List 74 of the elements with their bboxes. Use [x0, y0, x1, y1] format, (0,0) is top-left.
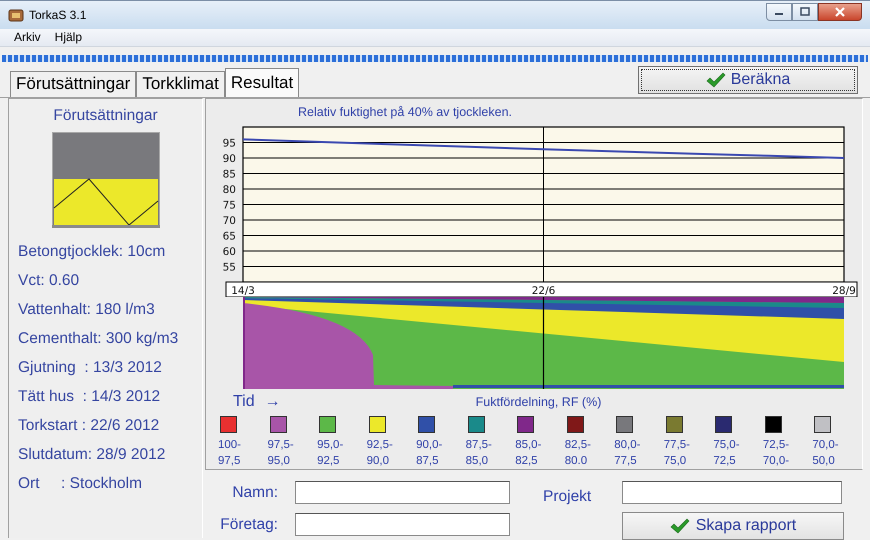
legend-label: 70,0-: [812, 438, 839, 453]
report-button[interactable]: Skapa rapport: [622, 512, 844, 540]
maximize-button[interactable]: [792, 2, 818, 21]
axis-label: Tid: [233, 392, 255, 411]
legend-label: 87,5: [416, 454, 439, 469]
legend-label: 82,5: [515, 454, 538, 469]
legend-label: 72,5-: [762, 438, 790, 453]
legend-label: 92,5: [317, 454, 340, 469]
field-label: Projekt: [542, 488, 592, 506]
calculate-button[interactable]: Beräkna: [638, 66, 858, 94]
legend-title: Fuktfördelning, RF (%): [476, 394, 602, 409]
legend-label: 80,0-: [614, 438, 640, 453]
close-button[interactable]: [818, 2, 862, 21]
legend-label: 85,0: [466, 454, 488, 469]
legend-label: 97,5-: [268, 438, 294, 453]
close-icon: [834, 6, 846, 17]
axis-tick-label: 95: [222, 137, 236, 150]
axis-tick-label: 75: [222, 199, 236, 212]
legend-label: 90,0: [366, 454, 389, 469]
legend-label: 75,0-: [713, 438, 740, 453]
parameter-label: Gjutning : 13/3 2012: [18, 358, 163, 377]
legend-label: 77,5-: [664, 438, 690, 453]
legend-label: 50,0: [812, 454, 835, 469]
axis-tick-label: 90: [222, 152, 236, 165]
legend-label: 82,5-: [564, 438, 591, 453]
window-title: TorkaS 3.1: [29, 8, 86, 22]
parameter-label: Tätt hus : 14/3 2012: [18, 386, 162, 406]
legend-label: 72,5: [713, 454, 736, 469]
axis-tick-label: 55: [222, 261, 236, 274]
axis-tick-label: 14/3: [231, 284, 255, 297]
parameter-label: Ort : Stockholm: [18, 474, 144, 493]
legend-label: 95,0-: [317, 438, 344, 453]
field-label: Företag:: [219, 516, 279, 534]
legend-label: 90,0-: [416, 438, 442, 453]
legend-label: 87,5-: [466, 438, 492, 453]
parameter-label: Torkstart : 22/6 2012: [18, 416, 160, 435]
parameter-label: Slutdatum: 28/9 2012: [18, 444, 166, 464]
parameter-label: Betongtjocklek: 10cm: [18, 242, 166, 261]
legend-label: 80.0: [564, 454, 588, 469]
axis-tick-label: 60: [222, 246, 236, 258]
input-field[interactable]: [622, 481, 842, 504]
tab[interactable]: Resultat: [224, 68, 300, 97]
legend-label: 75,0: [664, 454, 686, 469]
app-icon: [8, 6, 24, 23]
maximize-icon: [800, 7, 810, 16]
parameter-label: Cementhalt: 300 kg/m3: [18, 328, 180, 348]
axis-tick-label: 70: [222, 214, 236, 227]
axis-tick-label: 65: [222, 230, 236, 242]
axis-tick-label: 22/6: [532, 284, 556, 297]
legend-label: 92,5-: [366, 438, 393, 453]
legend-label: 97,5: [218, 454, 240, 469]
minimize-button[interactable]: [766, 2, 792, 21]
legend-label: 100-: [218, 438, 242, 453]
legend-label: 85,0-: [515, 438, 542, 453]
panel-title: Förutsättningar: [52, 106, 159, 125]
input-field[interactable]: [295, 481, 510, 504]
check-icon: [670, 518, 690, 534]
chart-title: Relativ fuktighet på 40% av tjockleken.: [298, 104, 514, 121]
input-field[interactable]: [295, 513, 510, 536]
parameter-label: Vct: 0.60: [18, 270, 80, 290]
check-icon: [706, 72, 726, 88]
tab[interactable]: Förutsättningar: [10, 70, 136, 97]
legend-label: 77,5: [614, 454, 637, 469]
legend-label: 70,0-: [762, 454, 790, 469]
axis-tick-label: 28/9: [832, 284, 856, 297]
menu-item[interactable]: Hjälp: [48, 30, 90, 44]
axis-tick-label: 85: [222, 168, 236, 180]
menu-item[interactable]: Arkiv: [7, 30, 48, 44]
arrow-icon: →: [264, 392, 281, 411]
field-label: Namn:: [231, 484, 279, 502]
legend-label: 95,0: [268, 454, 290, 469]
axis-tick-label: 80: [222, 184, 236, 196]
parameter-label: Vattenhalt: 180 l/m3: [18, 300, 156, 319]
tab[interactable]: Torkklimat: [136, 70, 225, 97]
